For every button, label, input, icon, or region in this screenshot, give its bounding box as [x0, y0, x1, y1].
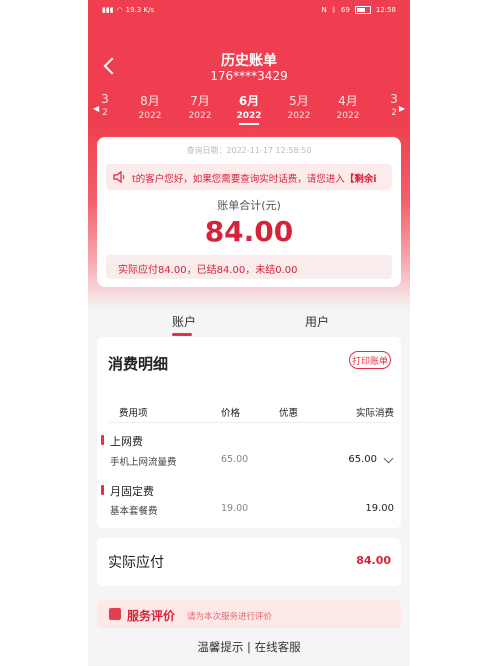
notice-highlight[interactable]: 【剩余i [345, 174, 377, 185]
month-tab[interactable]: 5月 2022 [274, 92, 324, 121]
notice-main: t的客户您好，如果您需要查询实时话费，请您进入 [132, 174, 345, 185]
wifi-icon: ◠ [116, 6, 123, 14]
column-header-price: 价格 [221, 408, 241, 419]
phone-screen: ▮▮▮ ◠ 19.3 K/s N ᛒ 69 12:58 历史账单 176****… [88, 0, 410, 666]
payment-info: 实际应付84.00，已结84.00，未结0.00 [106, 255, 392, 279]
payable-value: 84.00 [356, 554, 391, 567]
payable-label: 实际应付 [108, 555, 164, 571]
fee-item-name: 基本套餐费 [110, 506, 158, 517]
footer-bar: 温馨提示 | 在线客服 [88, 628, 410, 666]
group-label: 月固定费 [101, 485, 154, 498]
page-title: 历史账单 [221, 53, 277, 69]
column-header-item: 费用项 [119, 408, 148, 419]
month-tab[interactable]: 32 [369, 92, 410, 118]
month-tab-active[interactable]: 6月 2022 [224, 92, 274, 125]
month-tab[interactable]: 7月 2022 [175, 92, 225, 121]
speaker-icon [113, 170, 125, 184]
month-label: 5月 [289, 94, 309, 108]
month-year: 2022 [188, 111, 212, 121]
fee-item-actual: 65.00 [348, 454, 377, 465]
consumption-detail-card: 消费明细 打印账单 费用项 价格 优惠 实际消费 上网费 手机上网流量费 65.… [97, 337, 401, 528]
service-subtitle: 请为本次服务进行评价 [187, 612, 273, 622]
payable-total-card: 实际应付 84.00 [97, 538, 401, 586]
month-year: 2022 [236, 111, 262, 121]
network-speed: 19.3 K/s [125, 6, 155, 14]
month-label: 6月 [238, 94, 260, 108]
service-rating-card[interactable]: 服务评价 请为本次服务进行评价 [97, 600, 401, 630]
fee-item-price: 19.00 [221, 503, 249, 514]
tab-active-indicator [172, 333, 192, 336]
status-bar: ▮▮▮ ◠ 19.3 K/s N ᛒ 69 12:58 [88, 0, 410, 24]
tab-account[interactable]: 账户 [172, 313, 196, 330]
month-tab[interactable]: 4月 2022 [323, 92, 373, 121]
detail-title: 消费明细 [108, 355, 169, 373]
month-year: 2022 [336, 111, 360, 121]
column-header-actual: 实际消费 [355, 408, 394, 419]
month-label: 7月 [190, 94, 210, 108]
month-label: 8月 [140, 94, 160, 108]
month-selector: 32 8月 2022 7月 2022 6月 2022 5月 2022 4月 2022 32 [88, 92, 410, 128]
bill-summary-card: 查询日期：2022-11-17 12:58:50 t的客户您好，如果您需要查询实… [97, 137, 401, 287]
month-tab[interactable]: 32 [88, 92, 130, 118]
month-label: 4月 [338, 94, 358, 108]
payment-info-text: 实际应付84.00，已结84.00，未结0.00 [118, 265, 298, 276]
fee-item-actual: 19.00 [365, 503, 394, 514]
service-icon [109, 608, 121, 620]
month-label: 3 [101, 92, 109, 106]
header-divider [108, 422, 390, 423]
print-bill-button[interactable]: 打印账单 [349, 351, 391, 369]
group-label: 上网费 [101, 435, 143, 448]
signal-icon: ▮▮▮ [102, 6, 114, 14]
bill-total-amount: 84.00 [204, 215, 294, 248]
fee-item-name: 手机上网流量费 [110, 457, 177, 468]
clock: 12:58 [375, 6, 396, 14]
month-tab[interactable]: 8月 2022 [125, 92, 175, 121]
month-year: 2 [102, 108, 108, 118]
month-year: 2022 [138, 111, 162, 121]
bluetooth-icon: ᛒ [331, 6, 336, 14]
status-right: N ᛒ 69 12:58 [321, 6, 396, 14]
query-date: 查询日期：2022-11-17 12:58:50 [186, 146, 312, 155]
month-underline [239, 123, 259, 125]
month-label: 3 [390, 92, 398, 106]
tab-user[interactable]: 用户 [305, 313, 329, 330]
nfc-icon: N [321, 6, 327, 14]
fee-item-price: 65.00 [221, 454, 249, 465]
notice-text: t的客户您好，如果您需要查询实时话费，请您进入【剩余i [132, 171, 377, 185]
notice-banner[interactable]: t的客户您好，如果您需要查询实时话费，请您进入【剩余i [106, 164, 392, 190]
service-title: 服务评价 [127, 609, 176, 623]
chevron-down-icon[interactable] [383, 453, 394, 464]
footer-links[interactable]: 温馨提示 | 在线客服 [88, 639, 410, 655]
page-background: ▮▮▮ ◠ 19.3 K/s N ᛒ 69 12:58 历史账单 176****… [0, 0, 500, 666]
column-header-discount: 优惠 [279, 408, 299, 419]
phone-number: 176****3429 [210, 69, 288, 83]
battery-percent: 69 [340, 6, 350, 14]
view-tabs: 账户 用户 [88, 305, 410, 336]
status-left: ▮▮▮ ◠ 19.3 K/s [102, 6, 154, 14]
month-year: 2022 [287, 111, 311, 121]
bill-total-label: 账单合计(元) [217, 199, 281, 212]
month-year: 2 [391, 108, 397, 118]
battery-icon [354, 6, 371, 14]
